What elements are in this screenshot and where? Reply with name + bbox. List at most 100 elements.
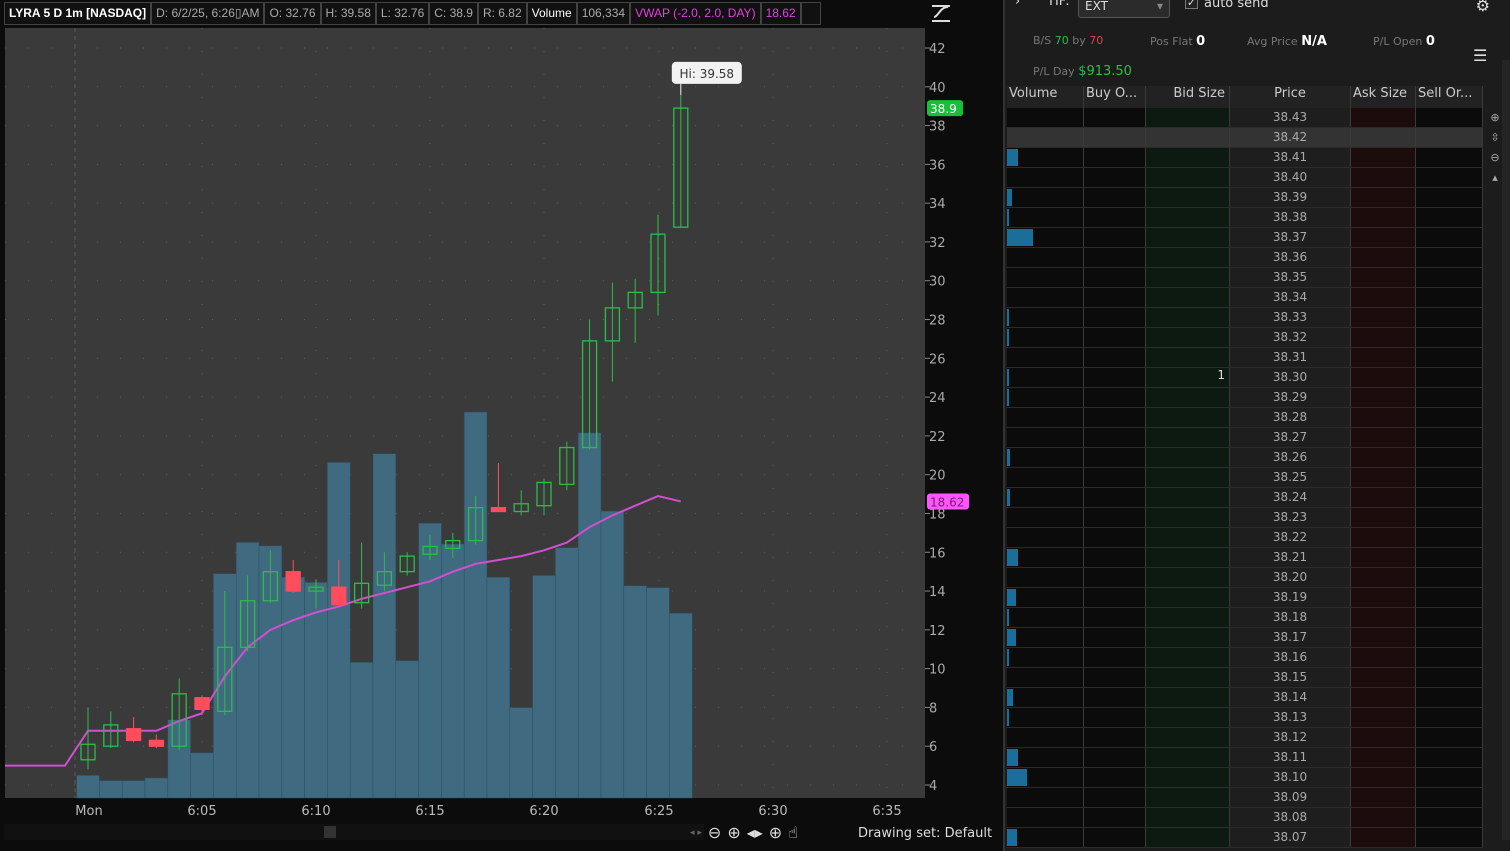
- col-sell-orders[interactable]: Sell Or...: [1416, 86, 1483, 108]
- order-book-row[interactable]: 38.33: [1007, 308, 1483, 328]
- symbol-label[interactable]: LYRA 5 D 1m [NASDAQ]: [4, 2, 152, 25]
- order-book-row[interactable]: 38.13: [1007, 708, 1483, 728]
- buy-order-cell[interactable]: [1084, 668, 1146, 687]
- bid-size-cell[interactable]: [1146, 728, 1230, 747]
- order-book-row[interactable]: 38.41: [1007, 148, 1483, 168]
- buy-order-cell[interactable]: [1084, 208, 1146, 227]
- order-book-row[interactable]: 38.07: [1007, 828, 1483, 848]
- ask-size-cell[interactable]: [1351, 308, 1416, 327]
- bid-size-cell[interactable]: [1146, 328, 1230, 347]
- sell-order-cell[interactable]: [1416, 568, 1483, 587]
- order-book[interactable]: Volume Buy O... Bid Size Price Ask Size …: [1007, 86, 1483, 848]
- buy-order-cell[interactable]: [1084, 528, 1146, 547]
- ask-size-cell[interactable]: [1351, 608, 1416, 627]
- vwap-study-label[interactable]: VWAP (-2.0, 2.0, DAY): [630, 2, 761, 25]
- order-book-row[interactable]: 38.38: [1007, 208, 1483, 228]
- ask-size-cell[interactable]: [1351, 748, 1416, 767]
- bid-size-cell[interactable]: [1146, 488, 1230, 507]
- sell-order-cell[interactable]: [1416, 788, 1483, 807]
- studies-icon[interactable]: [930, 3, 952, 25]
- order-book-row[interactable]: 38.19: [1007, 588, 1483, 608]
- col-volume[interactable]: Volume: [1007, 86, 1084, 108]
- bid-size-cell[interactable]: [1146, 188, 1230, 207]
- sell-order-cell[interactable]: [1416, 728, 1483, 747]
- ask-size-cell[interactable]: [1351, 688, 1416, 707]
- ask-size-cell[interactable]: [1351, 348, 1416, 367]
- order-book-row[interactable]: 38.09: [1007, 788, 1483, 808]
- ask-size-cell[interactable]: [1351, 368, 1416, 387]
- bid-size-cell[interactable]: [1146, 168, 1230, 187]
- sell-order-cell[interactable]: [1416, 408, 1483, 427]
- chart-scrollbar[interactable]: [4, 824, 704, 840]
- order-book-row[interactable]: 1 38.30: [1007, 368, 1483, 388]
- bid-size-cell[interactable]: [1146, 788, 1230, 807]
- ask-size-cell[interactable]: [1351, 788, 1416, 807]
- list-menu-icon[interactable]: ☰: [1473, 46, 1487, 65]
- order-book-row[interactable]: 38.43: [1007, 108, 1483, 128]
- bid-size-cell[interactable]: [1146, 428, 1230, 447]
- bid-size-cell[interactable]: [1146, 608, 1230, 627]
- order-book-row[interactable]: 38.35: [1007, 268, 1483, 288]
- buy-order-cell[interactable]: [1084, 708, 1146, 727]
- order-book-row[interactable]: 38.08: [1007, 808, 1483, 828]
- ask-size-cell[interactable]: [1351, 248, 1416, 267]
- buy-order-cell[interactable]: [1084, 468, 1146, 487]
- ask-size-cell[interactable]: [1351, 228, 1416, 247]
- order-book-row[interactable]: 38.40: [1007, 168, 1483, 188]
- buy-order-cell[interactable]: [1084, 488, 1146, 507]
- sell-order-cell[interactable]: [1416, 188, 1483, 207]
- sell-order-cell[interactable]: [1416, 768, 1483, 787]
- ask-size-cell[interactable]: [1351, 588, 1416, 607]
- bid-size-cell[interactable]: [1146, 688, 1230, 707]
- sell-order-cell[interactable]: [1416, 748, 1483, 767]
- ask-size-cell[interactable]: [1351, 508, 1416, 527]
- ask-size-cell[interactable]: [1351, 128, 1416, 147]
- order-book-row[interactable]: 38.39: [1007, 188, 1483, 208]
- sell-order-cell[interactable]: [1416, 288, 1483, 307]
- order-book-row[interactable]: 38.34: [1007, 288, 1483, 308]
- candle-body[interactable]: [490, 507, 507, 513]
- buy-order-cell[interactable]: [1084, 548, 1146, 567]
- order-book-row[interactable]: 38.27: [1007, 428, 1483, 448]
- order-book-row[interactable]: 38.28: [1007, 408, 1483, 428]
- col-ask-size[interactable]: Ask Size: [1351, 86, 1416, 108]
- bid-size-cell[interactable]: [1146, 588, 1230, 607]
- sell-order-cell[interactable]: [1416, 828, 1483, 847]
- candle-body[interactable]: [331, 586, 347, 606]
- ask-size-cell[interactable]: [1351, 328, 1416, 347]
- bid-size-cell[interactable]: [1146, 828, 1230, 847]
- drawing-set-label[interactable]: Drawing set: Default: [858, 826, 992, 841]
- col-bid-size[interactable]: Bid Size: [1146, 86, 1230, 108]
- order-book-row[interactable]: 38.29: [1007, 388, 1483, 408]
- order-book-row[interactable]: 38.12: [1007, 728, 1483, 748]
- buy-order-cell[interactable]: [1084, 608, 1146, 627]
- sell-order-cell[interactable]: [1416, 488, 1483, 507]
- order-book-row[interactable]: 38.24: [1007, 488, 1483, 508]
- ask-size-cell[interactable]: [1351, 388, 1416, 407]
- sell-order-cell[interactable]: [1416, 328, 1483, 347]
- buy-order-cell[interactable]: [1084, 188, 1146, 207]
- ask-size-cell[interactable]: [1351, 288, 1416, 307]
- buy-order-cell[interactable]: [1084, 808, 1146, 827]
- bid-size-cell[interactable]: [1146, 748, 1230, 767]
- ask-size-cell[interactable]: [1351, 468, 1416, 487]
- buy-order-cell[interactable]: [1084, 408, 1146, 427]
- ask-size-cell[interactable]: [1351, 168, 1416, 187]
- volume-study-label[interactable]: Volume: [526, 2, 577, 25]
- candle-body[interactable]: [285, 571, 301, 592]
- bid-size-cell[interactable]: [1146, 808, 1230, 827]
- ask-size-cell[interactable]: [1351, 108, 1416, 127]
- buy-order-cell[interactable]: [1084, 328, 1146, 347]
- buy-order-cell[interactable]: [1084, 788, 1146, 807]
- order-book-row[interactable]: 38.36: [1007, 248, 1483, 268]
- expand-chevron-icon[interactable]: ›: [1015, 0, 1020, 9]
- ask-size-cell[interactable]: [1351, 448, 1416, 467]
- buy-order-cell[interactable]: [1084, 828, 1146, 847]
- ask-size-cell[interactable]: [1351, 148, 1416, 167]
- gear-icon[interactable]: ⚙: [1476, 0, 1490, 15]
- bid-size-cell[interactable]: [1146, 568, 1230, 587]
- bid-size-cell[interactable]: [1146, 288, 1230, 307]
- zoom-in-icon[interactable]: ⊕: [727, 823, 740, 842]
- col-buy-orders[interactable]: Buy O...: [1084, 86, 1146, 108]
- candle-body[interactable]: [194, 697, 210, 711]
